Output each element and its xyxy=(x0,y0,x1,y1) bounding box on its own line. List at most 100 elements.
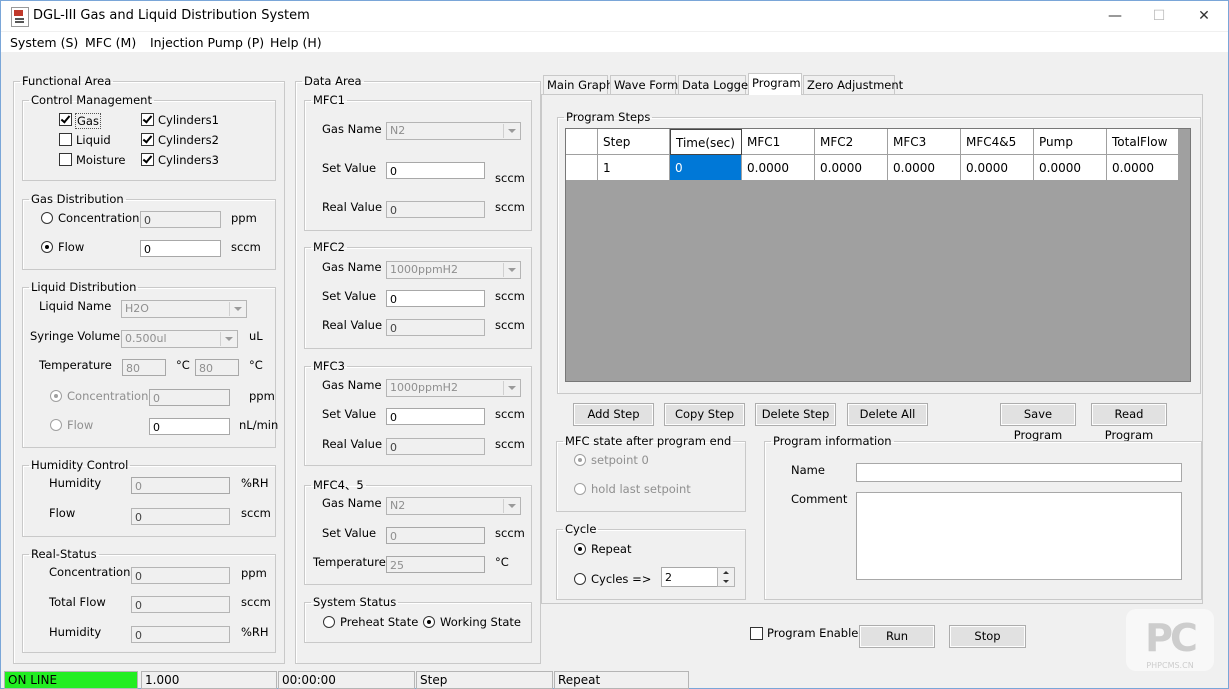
table-cell-time[interactable]: 0 xyxy=(670,155,742,181)
mfc45-gas-select[interactable]: N2 xyxy=(386,497,521,515)
table-cell-mfc2[interactable]: 0.0000 xyxy=(815,155,888,181)
chevron-down-icon xyxy=(503,381,519,395)
preheat-state-radio[interactable] xyxy=(323,616,335,628)
gas-flow-input[interactable]: 0 xyxy=(140,240,221,257)
liquid-concentration-radio[interactable] xyxy=(50,390,62,402)
menu-system[interactable]: System (S) xyxy=(10,35,78,50)
table-cell-totalflow[interactable]: 0.0000 xyxy=(1107,155,1179,181)
real-total-flow-unit: sccm xyxy=(241,595,271,609)
mfc1-real-value-field: 0 xyxy=(386,201,485,218)
delete-step-button[interactable]: Delete Step xyxy=(755,403,836,426)
table-cell-mfc1[interactable]: 0.0000 xyxy=(742,155,815,181)
data-area-legend: Data Area xyxy=(304,74,362,88)
liquid-flow-radio[interactable] xyxy=(50,419,62,431)
mfc2-set-value-label: Set Value xyxy=(322,289,377,303)
cylinders3-checkbox[interactable] xyxy=(141,153,154,166)
tab-wave-form[interactable]: Wave Form xyxy=(610,75,678,94)
humidity-control-legend: Humidity Control xyxy=(31,458,129,472)
mfc-state-group: MFC state after program end xyxy=(556,434,746,512)
menu-help[interactable]: Help (H) xyxy=(270,35,322,50)
column-header-totalflow[interactable]: TotalFlow xyxy=(1107,129,1179,155)
mfc45-temperature-unit: °C xyxy=(495,555,509,569)
mfc3-gas-select[interactable]: 1000ppmH2 xyxy=(386,379,521,397)
column-header-mfc45[interactable]: MFC4&5 xyxy=(961,129,1034,155)
main-window: DGL-III Gas and Liquid Distribution Syst… xyxy=(0,0,1229,689)
liquid-name-value: H2O xyxy=(125,302,149,315)
cylinders1-checkbox[interactable] xyxy=(141,113,154,126)
table-cell-mfc45[interactable]: 0.0000 xyxy=(961,155,1034,181)
run-button[interactable]: Run xyxy=(859,625,935,648)
status-time: 00:00:00 xyxy=(278,671,415,689)
moisture-label: Moisture xyxy=(76,153,126,167)
mfc1-set-value-input[interactable]: 0 xyxy=(386,162,485,179)
mfc3-set-value-label: Set Value xyxy=(322,407,377,421)
chevron-down-icon xyxy=(229,302,245,316)
menu-bar: System (S) MFC (M) Injection Pump (P) He… xyxy=(1,32,1228,52)
program-enable-checkbox[interactable] xyxy=(750,627,763,640)
minimize-button[interactable]: — xyxy=(1093,3,1137,29)
real-humidity-field: 0 xyxy=(131,626,230,643)
menu-injection-pump[interactable]: Injection Pump (P) xyxy=(150,35,264,50)
cycles-radio[interactable] xyxy=(574,573,586,585)
delete-all-button[interactable]: Delete All xyxy=(847,403,928,426)
column-header-mfc2[interactable]: MFC2 xyxy=(815,129,888,155)
column-header-step[interactable]: Step xyxy=(598,129,670,155)
moisture-checkbox[interactable] xyxy=(59,153,72,166)
column-header-mfc3[interactable]: MFC3 xyxy=(888,129,961,155)
save-program-button[interactable]: Save Program xyxy=(1000,403,1076,442)
repeat-radio[interactable] xyxy=(574,543,586,555)
close-button[interactable]: ✕ xyxy=(1182,3,1226,29)
gas-distribution: Gas Distribution xyxy=(22,192,276,270)
row-header[interactable] xyxy=(566,155,598,181)
column-header-pump[interactable]: Pump xyxy=(1034,129,1107,155)
mfc1-gas-select[interactable]: N2 xyxy=(386,122,521,140)
cycles-spinner[interactable] xyxy=(717,567,735,587)
table-cell-step[interactable]: 1 xyxy=(598,155,670,181)
column-header-mfc1[interactable]: MFC1 xyxy=(742,129,815,155)
tab-data-logger[interactable]: Data Logger xyxy=(678,75,753,94)
gas-flow-radio[interactable] xyxy=(41,241,53,253)
cylinders2-checkbox[interactable] xyxy=(141,133,154,146)
humidity-input[interactable]: 0 xyxy=(131,477,230,494)
gas-checkbox[interactable] xyxy=(59,113,72,126)
column-header-time[interactable]: Time(sec) xyxy=(670,129,742,155)
program-steps-legend: Program Steps xyxy=(566,110,651,124)
copy-step-button[interactable]: Copy Step xyxy=(664,403,745,426)
mfc45-gas-name-label: Gas Name xyxy=(322,496,382,510)
liquid-name-select[interactable]: H2O xyxy=(121,300,247,318)
tab-main-graph[interactable]: Main Graph xyxy=(543,75,613,94)
program-name-input[interactable] xyxy=(856,463,1182,482)
hold-last-setpoint-radio[interactable] xyxy=(574,483,586,495)
liquid-checkbox[interactable] xyxy=(59,133,72,146)
liquid-flow-input[interactable]: 0 xyxy=(149,418,230,435)
mfc45-temperature-label: Temperature xyxy=(313,555,386,569)
add-step-button[interactable]: Add Step xyxy=(573,403,654,426)
humidity-label: Humidity xyxy=(49,476,102,490)
mfc45-set-value-label: Set Value xyxy=(322,526,377,540)
gas-concentration-label: Concentration xyxy=(58,211,140,225)
hold-last-setpoint-label: hold last setpoint xyxy=(591,482,691,496)
menu-mfc[interactable]: MFC (M) xyxy=(85,35,136,50)
tab-program[interactable]: Program xyxy=(748,73,802,95)
stop-button[interactable]: Stop xyxy=(949,625,1026,648)
table-cell-pump[interactable]: 0.0000 xyxy=(1034,155,1107,181)
mfc3-set-value-input[interactable]: 0 xyxy=(386,408,485,425)
mfc2-set-value-input[interactable]: 0 xyxy=(386,290,485,307)
humidity-flow-unit: sccm xyxy=(241,506,271,520)
cycles-input[interactable]: 2 xyxy=(661,567,718,587)
mfc45-set-value-input[interactable]: 0 xyxy=(386,527,485,544)
tab-zero-adjustment[interactable]: Zero Adjustment xyxy=(803,75,903,94)
title-bar: DGL-III Gas and Liquid Distribution Syst… xyxy=(1,1,1228,31)
table-cell-mfc3[interactable]: 0.0000 xyxy=(888,155,961,181)
maximize-button[interactable]: ☐ xyxy=(1137,3,1181,29)
read-program-button[interactable]: Read Program xyxy=(1091,403,1167,442)
gas-concentration-radio[interactable] xyxy=(41,212,53,224)
real-total-flow-label: Total Flow xyxy=(49,595,106,609)
working-state-radio[interactable] xyxy=(423,616,435,628)
program-comment-label: Comment xyxy=(791,492,848,506)
mfc2-gas-select[interactable]: 1000ppmH2 xyxy=(386,261,521,279)
liquid-name-label: Liquid Name xyxy=(39,299,112,313)
program-comment-textarea[interactable] xyxy=(856,492,1182,580)
setpoint-zero-radio[interactable] xyxy=(574,454,586,466)
syringe-volume-select[interactable]: 0.500ul xyxy=(121,330,238,348)
